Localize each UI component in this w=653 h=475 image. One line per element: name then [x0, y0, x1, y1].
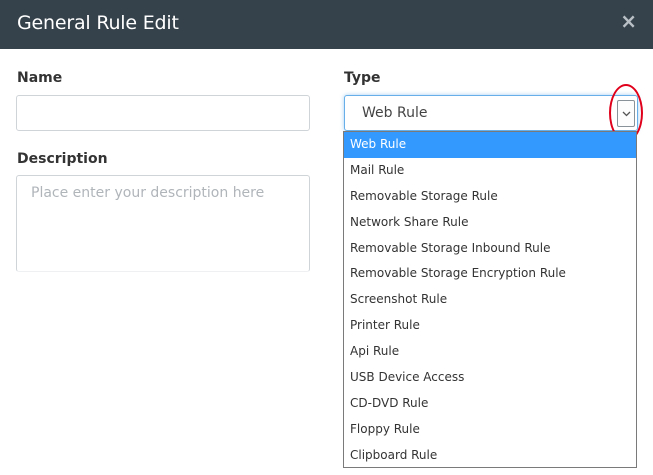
dropdown-option[interactable]: USB Device Access	[344, 365, 636, 391]
dropdown-option[interactable]: Clipboard Rule	[344, 443, 636, 469]
description-input[interactable]	[16, 175, 310, 272]
dialog-title: General Rule Edit	[17, 12, 179, 34]
dropdown-option[interactable]: Api Rule	[344, 339, 636, 365]
dropdown-option[interactable]: Removable Storage Inbound Rule	[344, 236, 636, 262]
dropdown-option[interactable]: Mail Rule	[344, 158, 636, 184]
type-options-list: Web Rule Mail Rule Removable Storage Rule N…	[343, 131, 637, 468]
dropdown-option[interactable]: Floppy Rule	[344, 417, 636, 443]
dropdown-option[interactable]: Network Share Rule	[344, 210, 636, 236]
dropdown-option[interactable]: Printer Rule	[344, 313, 636, 339]
dropdown-option[interactable]: Removable Storage Encryption Rule	[344, 261, 636, 287]
name-label: Name	[17, 70, 63, 86]
name-input[interactable]	[16, 95, 310, 131]
type-select[interactable]: Web Rule	[344, 95, 638, 131]
dropdown-option[interactable]: Removable Storage Rule	[344, 184, 636, 210]
dropdown-option[interactable]: Screenshot Rule	[344, 287, 636, 313]
dialog-header: General Rule Edit ×	[0, 0, 653, 49]
type-select-value: Web Rule	[362, 105, 428, 121]
dropdown-option[interactable]: Web Rule	[344, 132, 636, 158]
description-label: Description	[17, 151, 108, 167]
type-label: Type	[344, 70, 381, 86]
dropdown-option[interactable]: CD-DVD Rule	[344, 391, 636, 417]
close-icon[interactable]: ×	[620, 11, 637, 31]
